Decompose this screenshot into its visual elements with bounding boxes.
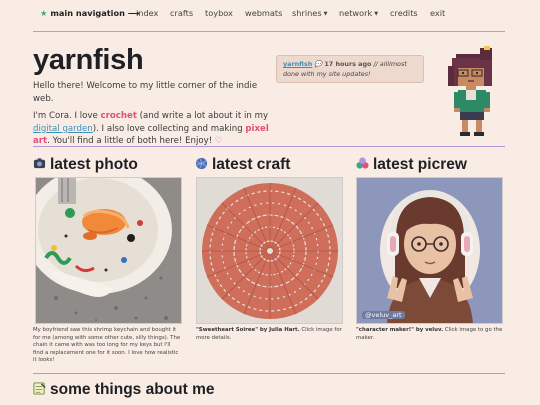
nav-item-network[interactable]: network ▼ [339,8,378,18]
digital-garden-link[interactable]: digital garden [33,124,93,134]
divider [33,31,505,32]
intro-paragraph: I'm Cora. I love crochet (and write a lo… [33,110,273,148]
top-navigation: ★ main navigation ⟶ index crafts toybox w… [0,0,540,26]
latest-craft-title-text: latest craft [212,156,291,173]
nav-item-index[interactable]: index [136,8,158,18]
latest-craft-title: latest craft [195,156,290,174]
intro-text-4: . You'll find a little of both here! Enj… [47,136,215,147]
latest-photo-title-text: latest photo [50,156,138,173]
nav-item-credits[interactable]: credits [390,8,418,18]
picrew-caption: "character maker!" by veluv. Click image… [356,327,505,342]
status-user-link[interactable]: yarnfish [283,60,312,68]
latest-craft-image[interactable] [196,177,343,324]
nav-item-toybox[interactable]: toybox [205,8,233,18]
star-icon: ★ [40,8,48,18]
picrew-portrait [357,178,502,323]
photo-caption: My boyfriend saw this shrimp keychain an… [33,327,181,364]
picrew-watermark: @veluv_art [362,311,405,319]
intro-text-1: I'm Cora. I love [33,111,101,122]
chat-icon: 💬 [314,60,323,68]
latest-photo-title: latest photo [33,156,138,174]
latest-photo-image[interactable] [35,177,182,324]
divider [33,146,505,147]
nav-shrines-label: shrines [292,8,322,18]
memo-icon [33,382,46,395]
nav-network-label: network [339,8,373,18]
nav-item-exit[interactable]: exit [430,8,445,18]
site-title: yarnfish [33,44,144,76]
latest-picrew-title: latest picrew [356,156,467,174]
latest-picrew-title-text: latest picrew [373,156,467,173]
intro-text: Hello there! Welcome to my little corner… [33,80,273,153]
divider [33,373,505,374]
intro-text-3: ). I also love collecting and making [92,123,246,134]
heart-icon: ♡ [214,136,223,147]
craft-caption: "Sweetheart Soiree" by Julia Hart. Click… [196,327,345,342]
crochet-highlight: crochet [100,111,137,122]
greeting: Hello there! Welcome to my little corner… [33,81,258,104]
camera-icon [33,158,46,169]
status-time: 17 hours ago [324,60,372,68]
craft-caption-title: "Sweetheart Soiree" by Julia Hart. [196,327,300,333]
nav-item-crafts[interactable]: crafts [170,8,193,18]
nav-home-label: main navigation [50,8,125,18]
nav-home[interactable]: ★ main navigation ⟶ [40,8,140,18]
latest-picrew-image[interactable]: @veluv_art [356,177,503,324]
pixel-avatar [448,46,492,136]
intro-text-2: (and write a lot about it in my [136,111,269,122]
paint-palette-icon [356,157,369,169]
nav-item-shrines[interactable]: shrines ▼ [292,8,327,18]
shrimp-keychain-photo [36,178,181,323]
yarn-ball-icon [195,157,208,170]
status-update: yarnfish 💬 17 hours ago // allllmost don… [276,55,424,83]
doily-photo [197,178,342,323]
nav-item-webmats[interactable]: webmats [245,8,282,18]
about-me-title-text: some things about me [50,381,215,398]
picrew-caption-title: "character maker!" by veluv. [356,327,444,333]
caret-down-icon: ▼ [374,11,379,17]
caret-down-icon: ▼ [323,11,328,17]
about-me-title: some things about me [33,381,215,399]
